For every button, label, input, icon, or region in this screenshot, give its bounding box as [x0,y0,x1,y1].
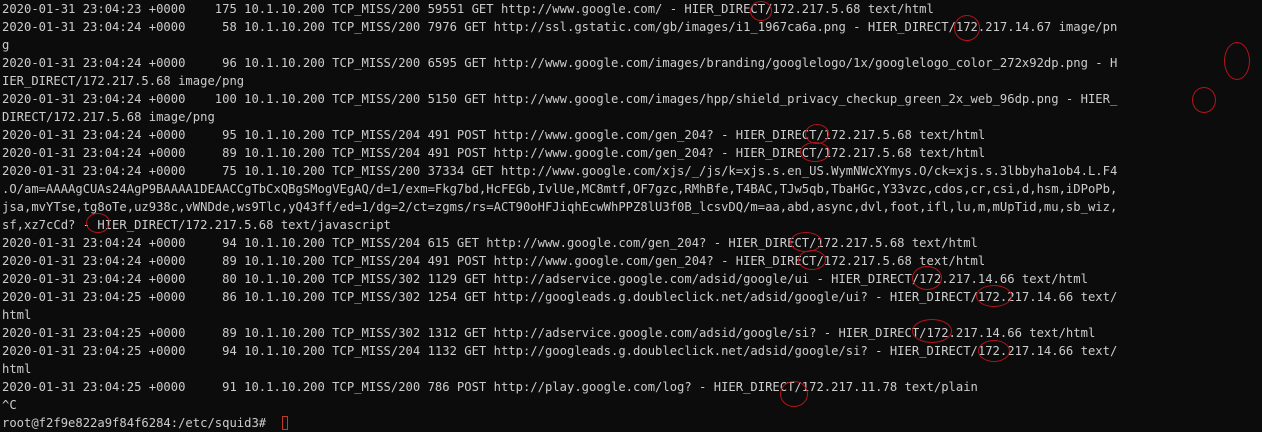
log-line: 2020-01-31 23:04:25 +0000 91 10.1.10.200… [2,380,978,394]
log-line: 2020-01-31 23:04:24 +0000 80 10.1.10.200… [2,272,1088,286]
log-line: 2020-01-31 23:04:24 +0000 100 10.1.10.20… [2,92,1118,106]
log-line-wrap: DIRECT/172.217.5.68 image/png [2,110,215,124]
log-line: 2020-01-31 23:04:23 +0000 175 10.1.10.20… [2,2,934,16]
log-line-wrap: g [2,38,10,52]
text-cursor[interactable] [281,416,288,430]
log-line-wrap: html [2,362,32,376]
log-line: 2020-01-31 23:04:24 +0000 89 10.1.10.200… [2,254,986,268]
terminal-window[interactable]: 2020-01-31 23:04:23 +0000 175 10.1.10.20… [0,0,1262,432]
log-line: 2020-01-31 23:04:25 +0000 89 10.1.10.200… [2,326,1096,340]
log-line: 2020-01-31 23:04:24 +0000 95 10.1.10.200… [2,128,986,142]
log-line-wrap: .O/am=AAAAgCUAs24AgP9BAAAA1DEAACCgTbCxQB… [2,182,1118,196]
log-line: 2020-01-31 23:04:24 +0000 75 10.1.10.200… [2,164,1118,178]
log-line-wrap: sf,xz7cCd? - HIER_DIRECT/172.217.5.68 te… [2,218,391,232]
log-line: 2020-01-31 23:04:25 +0000 86 10.1.10.200… [2,290,1118,304]
interrupt-line: ^C [2,398,17,412]
shell-prompt: root@f2f9e822a9f84f6284:/etc/squid3# [2,416,274,430]
log-line: 2020-01-31 23:04:24 +0000 89 10.1.10.200… [2,146,986,160]
log-line-wrap: IER_DIRECT/172.217.5.68 image/png [2,74,245,88]
log-line: 2020-01-31 23:04:25 +0000 94 10.1.10.200… [2,344,1118,358]
log-line: 2020-01-31 23:04:24 +0000 94 10.1.10.200… [2,236,978,250]
log-line-wrap: jsa,mvYTse,tg8oTe,uz938c,vWNDde,ws9Tlc,y… [2,200,1118,214]
log-line: 2020-01-31 23:04:24 +0000 96 10.1.10.200… [2,56,1118,70]
log-line: 2020-01-31 23:04:24 +0000 58 10.1.10.200… [2,20,1118,34]
command-prompt-line[interactable]: root@f2f9e822a9f84f6284:/etc/squid3# [2,414,1262,432]
log-line-wrap: html [2,308,32,322]
